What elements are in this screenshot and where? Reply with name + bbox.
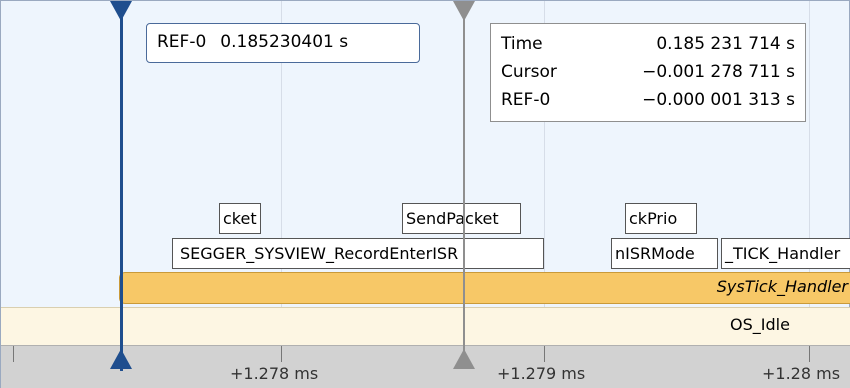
timeline-view[interactable]: cket SendPacket ckPrio SEGGER_SYSVIEW_Re…	[0, 0, 850, 388]
reference-marker-time: 0.185230401 s	[220, 32, 349, 52]
info-row-time: Time 0.185 231 714 s	[501, 30, 795, 58]
cursor-marker-top-icon[interactable]	[453, 1, 475, 21]
event-block-sendpacket[interactable]: SendPacket	[402, 203, 521, 234]
axis-tick-label: +1.279 ms	[497, 364, 586, 383]
reference-marker-name: REF-0	[157, 32, 207, 52]
cursor-line[interactable]	[463, 11, 465, 357]
axis-tick-label: +1.28 ms	[762, 364, 841, 383]
axis-tick-label: +1.278 ms	[230, 364, 319, 383]
systick-handler-label: SysTick_Handler	[716, 277, 848, 296]
axis-tick	[13, 346, 14, 362]
info-value: −0.001 278 711 s	[642, 62, 795, 82]
info-label: Time	[501, 34, 543, 54]
axis-tick	[281, 346, 282, 362]
info-value: 0.185 231 714 s	[656, 34, 795, 54]
info-label: REF-0	[501, 90, 551, 110]
axis-tick	[544, 346, 545, 362]
info-row-cursor: Cursor −0.001 278 711 s	[501, 58, 795, 86]
os-idle-track[interactable]: OS_Idle	[1, 307, 850, 346]
reference-marker-label: REF-0 0.185230401 s	[146, 23, 420, 63]
event-block-isr-mode[interactable]: nISRMode	[611, 238, 718, 269]
event-block-tick-handler[interactable]: _TICK_Handler	[721, 238, 850, 269]
reference-marker-line[interactable]	[120, 11, 123, 371]
cursor-marker-bottom-icon[interactable]	[453, 349, 475, 369]
event-block-prio[interactable]: ckPrio	[625, 203, 697, 234]
event-block-record-enter-isr[interactable]: SEGGER_SYSVIEW_RecordEnterISR	[172, 238, 544, 269]
os-idle-label: OS_Idle	[730, 315, 790, 334]
info-value: −0.000 001 313 s	[642, 90, 795, 110]
reference-marker-top-icon[interactable]	[110, 1, 132, 21]
event-block-packet[interactable]: cket	[219, 203, 261, 234]
axis-tick	[809, 346, 810, 362]
info-row-ref: REF-0 −0.000 001 313 s	[501, 86, 795, 114]
systick-handler-bar[interactable]: SysTick_Handler	[119, 272, 850, 304]
time-info-tooltip: Time 0.185 231 714 s Cursor −0.001 278 7…	[490, 23, 806, 122]
info-label: Cursor	[501, 62, 557, 82]
reference-marker-bottom-icon[interactable]	[110, 349, 132, 369]
